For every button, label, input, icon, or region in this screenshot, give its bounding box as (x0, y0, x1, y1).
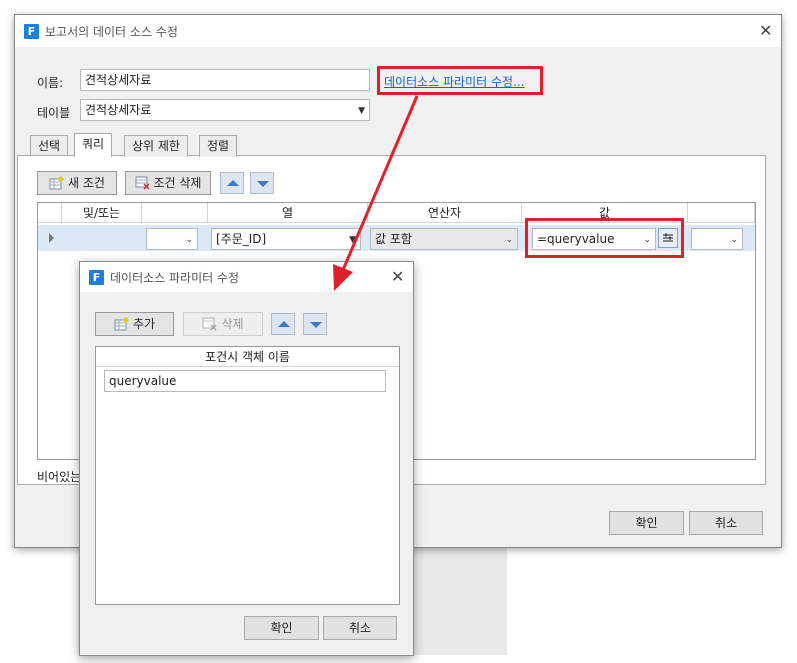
cancel-button[interactable]: 취소 (689, 511, 763, 535)
background-panel (12, 548, 78, 658)
move-down-button[interactable] (250, 172, 274, 194)
app-logo-icon: F (24, 24, 39, 39)
close-icon[interactable]: ✕ (759, 23, 772, 39)
tab-query[interactable]: 쿼리 (74, 133, 113, 157)
param-edit-dialog: F 데이터소스 파라미터 수정 ✕ 추가 삭제 포건시 객체 이름 queryv… (79, 261, 414, 656)
dropdown-arrow-icon: ▼ (358, 106, 365, 116)
grid-header-extra (688, 203, 755, 223)
tab-sort[interactable]: 정렬 (199, 135, 238, 157)
dialog-title: 보고서의 데이터 소스 수정 (45, 25, 178, 39)
param-list-header: 포건시 객체 이름 (96, 347, 399, 367)
delete-condition-icon (135, 176, 150, 190)
extra-select[interactable]: ⌄ (691, 228, 743, 250)
operator-value: 값 포함 (375, 232, 412, 246)
highlight-box-value (525, 218, 684, 258)
add-param-label: 추가 (132, 317, 156, 331)
sub-dialog-title: 데이터소스 파라미터 수정 (110, 271, 240, 285)
arrow-up-icon (278, 321, 290, 327)
sub-ok-button[interactable]: 확인 (244, 616, 319, 640)
delete-condition-button[interactable]: 조건 삭제 (125, 171, 211, 195)
new-condition-label: 새 조건 (68, 176, 105, 190)
row-pointer-icon (49, 233, 54, 243)
delete-icon (202, 317, 217, 331)
andor-select[interactable]: ⌄ (146, 228, 198, 250)
column-value: [주문_ID] (216, 232, 267, 246)
arrow-down-icon (257, 181, 269, 187)
column-select[interactable]: [주문_ID] ▼ (211, 228, 361, 250)
delete-condition-label: 조건 삭제 (153, 176, 202, 190)
grid-header-column: 열 (208, 203, 368, 223)
footer-text: 비어있는 (37, 470, 82, 484)
sub-cancel-button[interactable]: 취소 (323, 616, 397, 640)
tab-select[interactable]: 선택 (30, 135, 69, 157)
grid-header-blank (142, 203, 208, 223)
dropdown-arrow-icon: ▼ (349, 235, 356, 245)
new-condition-button[interactable]: 새 조건 (37, 171, 117, 195)
chevron-down-icon: ⌄ (185, 235, 193, 245)
chevron-down-icon: ⌄ (730, 235, 738, 245)
param-name-input[interactable]: queryvalue (104, 370, 386, 392)
sub-dialog-titlebar: F 데이터소스 파라미터 수정 ✕ (80, 262, 413, 292)
dialog-titlebar: F 보고서의 데이터 소스 수정 ✕ (15, 15, 781, 47)
grid-header-operator: 연산자 (368, 203, 522, 223)
arrow-up-icon (227, 180, 239, 186)
ok-button[interactable]: 확인 (609, 511, 684, 535)
move-up-button[interactable] (271, 313, 295, 335)
new-condition-icon (49, 176, 64, 190)
table-select[interactable]: 견적상세자료 ▼ (80, 99, 370, 121)
delete-param-label: 삭제 (221, 317, 244, 331)
move-down-button[interactable] (303, 313, 327, 335)
add-icon (114, 317, 129, 331)
name-input[interactable]: 견적상세자료 (80, 69, 370, 91)
close-icon[interactable]: ✕ (391, 269, 404, 285)
param-list: 포건시 객체 이름 queryvalue (95, 346, 400, 605)
table-label: 테이블 (37, 106, 71, 120)
app-logo-icon: F (89, 270, 104, 285)
chevron-down-icon: ⌄ (505, 235, 513, 245)
operator-select[interactable]: 값 포함 ⌄ (370, 228, 518, 250)
add-param-button[interactable]: 추가 (95, 312, 174, 336)
highlight-box-link (377, 66, 543, 95)
tab-top-limit[interactable]: 상위 제한 (124, 135, 188, 157)
grid-header-rowmarker (38, 203, 62, 223)
grid-header-andor: 및/또는 (62, 203, 142, 223)
delete-param-button[interactable]: 삭제 (183, 312, 263, 336)
table-select-value: 견적상세자료 (85, 103, 152, 117)
arrow-down-icon (310, 322, 322, 328)
move-up-button[interactable] (220, 172, 244, 194)
name-label: 이름: (37, 76, 64, 90)
